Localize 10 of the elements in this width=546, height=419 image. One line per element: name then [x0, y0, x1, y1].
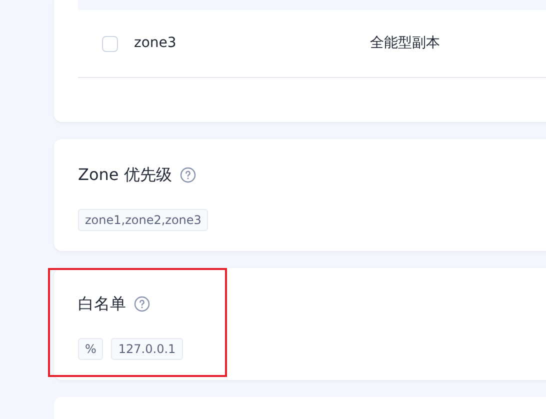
help-icon[interactable]: [180, 167, 196, 183]
tag: 127.0.0.1: [111, 338, 183, 360]
section-title: 白名单: [78, 293, 126, 315]
help-icon[interactable]: [134, 296, 150, 312]
table-cell-text: 全能型副本: [370, 34, 440, 53]
table-cell-text: zone3: [134, 34, 178, 53]
tag: %: [78, 338, 104, 360]
section-title: Zone 优先级: [78, 164, 172, 186]
tag: zone1,zone2,zone3: [78, 209, 208, 231]
row-checkbox[interactable]: [102, 36, 118, 52]
